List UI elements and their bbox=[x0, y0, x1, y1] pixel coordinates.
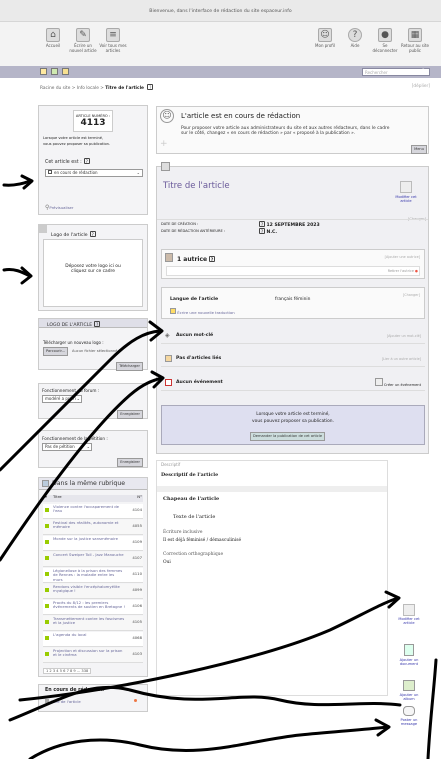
arrow-8 bbox=[426, 658, 438, 759]
arrow-4 bbox=[0, 376, 164, 562]
arrow-6 bbox=[8, 685, 402, 722]
scribble-annotations bbox=[0, 174, 438, 759]
arrow-7 bbox=[28, 725, 390, 759]
arrow-5 bbox=[18, 596, 400, 702]
